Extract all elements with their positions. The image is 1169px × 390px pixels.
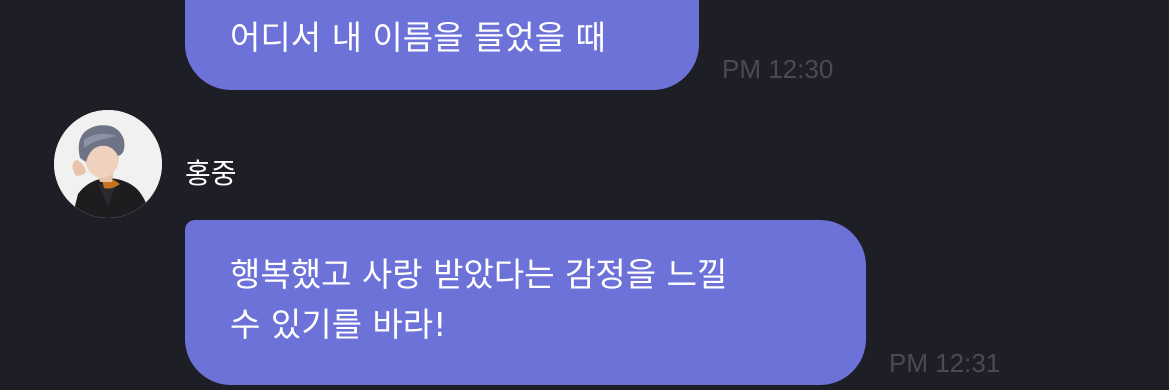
sender-name: 홍중 bbox=[185, 157, 237, 190]
message-bubble[interactable]: 행복했고 사랑 받았다는 감정을 느낄 수 있기를 바라! bbox=[185, 220, 866, 385]
message-timestamp: PM 12:31 bbox=[889, 348, 1001, 378]
message-text: 어디서 내 이름을 들었을 때 bbox=[230, 18, 606, 57]
message-text: 행복했고 사랑 받았다는 감정을 느낄 수 있기를 바라! bbox=[230, 255, 728, 344]
sender-avatar[interactable] bbox=[54, 110, 162, 218]
avatar-photo bbox=[54, 110, 162, 218]
message-bubble[interactable]: 어디서 내 이름을 들었을 때 bbox=[185, 0, 699, 90]
message-timestamp: PM 12:30 bbox=[722, 54, 834, 84]
